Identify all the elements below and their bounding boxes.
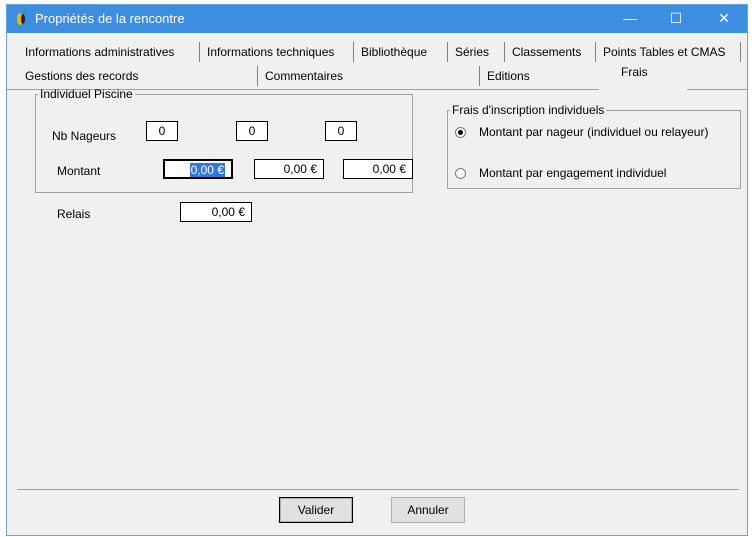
app-logo-icon: [17, 13, 25, 25]
minimize-button[interactable]: —: [607, 5, 653, 33]
tab-informations-techniques[interactable]: Informations techniques: [203, 41, 334, 63]
annuler-button[interactable]: Annuler: [391, 497, 465, 523]
montant-field-2[interactable]: 0,00 €: [254, 159, 324, 179]
tab-classements[interactable]: Classements: [508, 41, 581, 63]
radio-montant-par-engagement-label[interactable]: Montant par engagement individuel: [479, 166, 666, 180]
radio-montant-par-nageur-label[interactable]: Montant par nageur (individuel ou relaye…: [479, 125, 708, 139]
tab-bibliotheque[interactable]: Bibliothèque: [357, 41, 427, 63]
title-bar[interactable]: Propriétés de la rencontre — ☐ ✕: [7, 5, 747, 33]
dialog-window: Propriétés de la rencontre — ☐ ✕ Informa…: [6, 4, 748, 536]
nb-nageurs-field-1[interactable]: 0: [146, 121, 178, 141]
tab-editions[interactable]: Editions: [483, 65, 530, 87]
montant-field-3[interactable]: 0,00 €: [343, 159, 413, 179]
tab-frais[interactable]: Frais: [617, 61, 648, 83]
relais-label: Relais: [57, 207, 91, 221]
frais-inscription-legend: Frais d'inscription individuels: [452, 103, 605, 117]
window-title: Propriétés de la rencontre: [35, 11, 185, 26]
radio-montant-par-nageur[interactable]: [455, 127, 466, 138]
tab-points-tables-cmas[interactable]: Points Tables et CMAS: [599, 41, 726, 63]
nb-nageurs-label: Nb Nageurs: [52, 129, 117, 143]
radio-montant-par-engagement[interactable]: [455, 168, 466, 179]
montant-field-1-value: 0,00 €: [189, 163, 225, 177]
individuel-piscine-legend: Individuel Piscine: [40, 87, 133, 101]
relais-field[interactable]: 0,00 €: [180, 202, 252, 222]
montant-field-1[interactable]: 0,00 €: [163, 159, 233, 179]
tab-commentaires[interactable]: Commentaires: [261, 65, 343, 87]
tab-series[interactable]: Séries: [451, 41, 489, 63]
nb-nageurs-field-2[interactable]: 0: [236, 121, 268, 141]
montant-label: Montant: [57, 164, 101, 178]
valider-button[interactable]: Valider: [279, 497, 353, 523]
tab-gestions-des-records[interactable]: Gestions des records: [21, 65, 138, 87]
nb-nageurs-field-3[interactable]: 0: [325, 121, 357, 141]
maximize-button[interactable]: ☐: [653, 5, 699, 33]
tab-informations-administratives[interactable]: Informations administratives: [21, 41, 174, 63]
close-button[interactable]: ✕: [701, 5, 747, 33]
footer-separator: [17, 489, 739, 490]
